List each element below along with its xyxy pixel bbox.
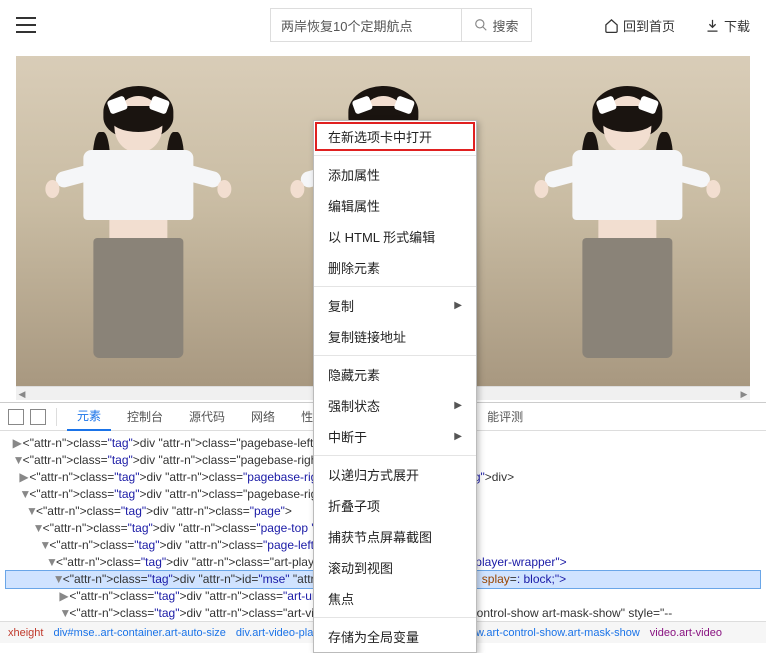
ctx-item[interactable]: 存储为全局变量 (314, 621, 476, 652)
tab-3[interactable]: 网络 (241, 403, 285, 431)
download-label: 下载 (724, 16, 750, 35)
ctx-item[interactable]: 以递归方式展开 (314, 459, 476, 490)
tab-extra[interactable]: 能评测 (477, 403, 533, 431)
ctx-item[interactable]: 删除元素 (314, 252, 476, 283)
search-input[interactable] (271, 18, 461, 33)
ctx-item[interactable]: 强制状态▶ (314, 390, 476, 421)
ctx-item[interactable]: 复制▶ (314, 290, 476, 321)
scroll-right-icon[interactable]: ▶ (738, 388, 750, 400)
ctx-item[interactable]: 捕获节点屏幕截图 (314, 521, 476, 552)
crumb[interactable]: div#mse..art-container.art-auto-size (53, 627, 225, 639)
home-label: 回到首页 (623, 16, 675, 35)
home-icon (604, 18, 619, 33)
download-icon (705, 18, 720, 33)
tab-0[interactable]: 元素 (67, 403, 111, 431)
ctx-item[interactable]: 添加属性 (314, 159, 476, 190)
download-link[interactable]: 下载 (705, 16, 750, 35)
scroll-left-icon[interactable]: ◀ (16, 388, 28, 400)
menu-icon[interactable] (16, 17, 36, 33)
ctx-item[interactable]: 隐藏元素 (314, 359, 476, 390)
ctx-item[interactable]: 中断于▶ (314, 421, 476, 452)
ctx-item[interactable]: 滚动到视图 (314, 552, 476, 583)
ctx-item[interactable]: 复制链接地址 (314, 321, 476, 352)
home-link[interactable]: 回到首页 (604, 16, 675, 35)
context-menu: 在新选项卡中打开添加属性编辑属性以 HTML 形式编辑删除元素复制▶复制链接地址… (313, 120, 477, 653)
top-bar: 搜索 回到首页 下载 (0, 0, 766, 50)
inspect-icon[interactable] (8, 409, 24, 425)
ctx-item[interactable]: 在新选项卡中打开 (314, 121, 476, 152)
search-button-label: 搜索 (492, 16, 518, 35)
tab-2[interactable]: 源代码 (179, 403, 235, 431)
ctx-item[interactable]: 折叠子项 (314, 490, 476, 521)
ctx-item[interactable]: 以 HTML 形式编辑 (314, 221, 476, 252)
search-button[interactable]: 搜索 (461, 9, 531, 41)
crumb[interactable]: video.art-video (650, 627, 722, 639)
search-box: 搜索 (270, 8, 532, 42)
tab-1[interactable]: 控制台 (117, 403, 173, 431)
ctx-item[interactable]: 焦点 (314, 583, 476, 614)
ctx-item[interactable]: 编辑属性 (314, 190, 476, 221)
crumb[interactable]: xheight (8, 627, 43, 639)
device-icon[interactable] (30, 409, 46, 425)
search-icon (474, 18, 488, 32)
